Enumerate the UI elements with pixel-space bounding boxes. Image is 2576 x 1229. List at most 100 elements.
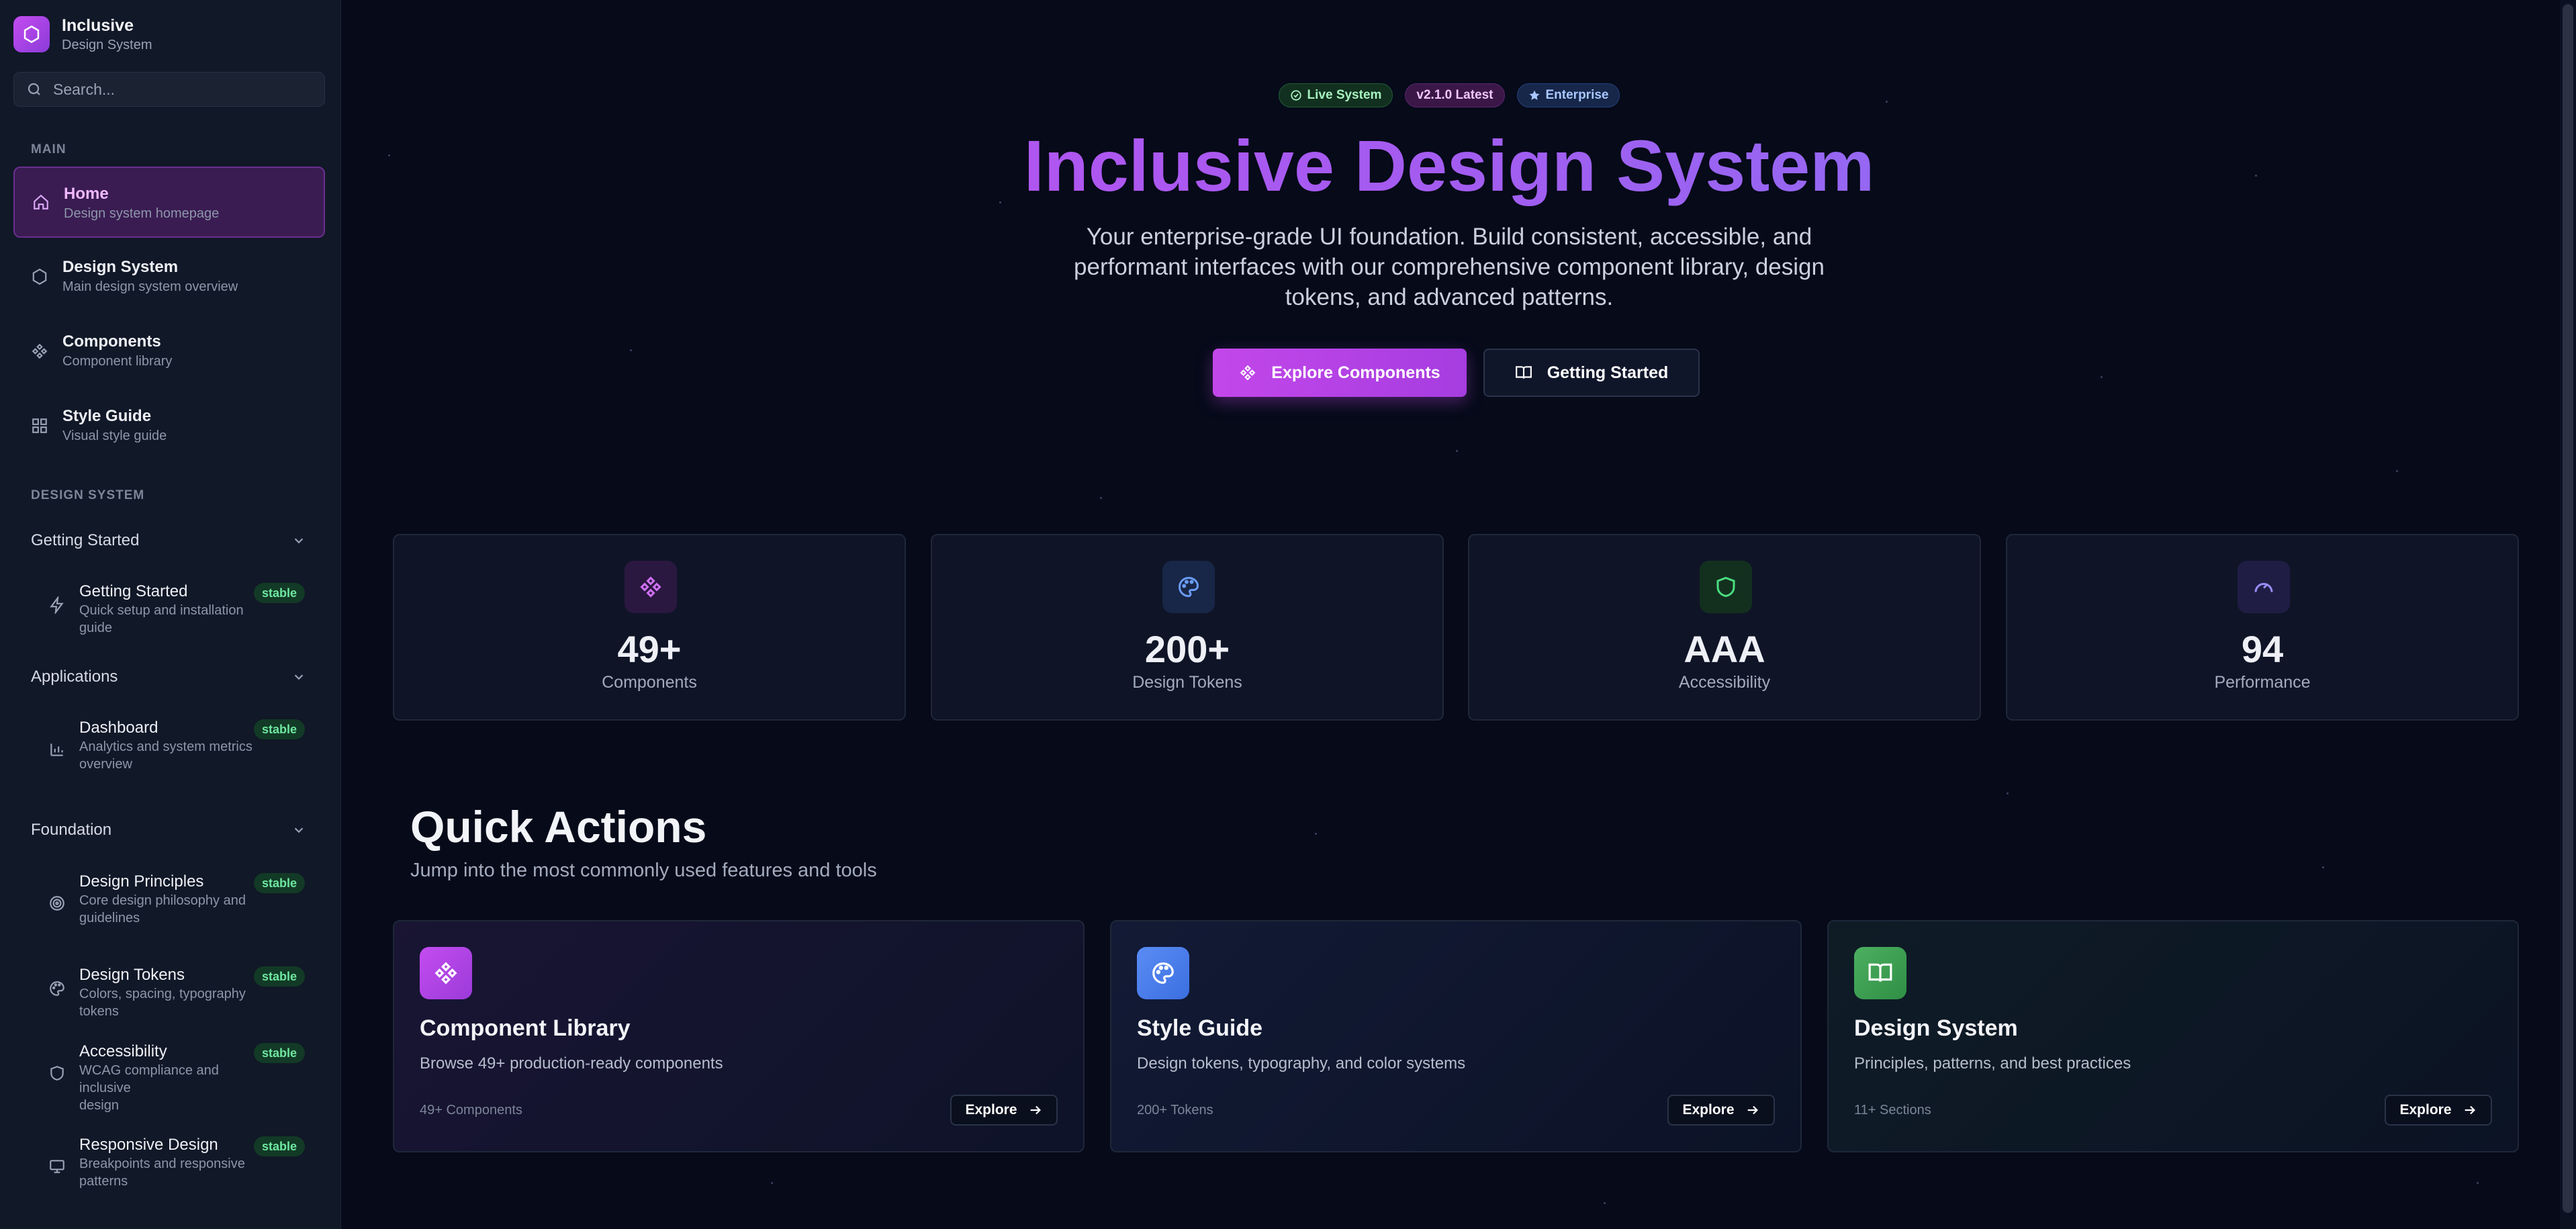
card-meta: 11+ Sections xyxy=(1854,1103,1931,1118)
brand-logo-icon xyxy=(13,16,50,52)
components-icon xyxy=(640,576,661,598)
qa-icon-box xyxy=(420,947,472,999)
card-title: Style Guide xyxy=(1137,1015,1263,1041)
card-desc: Design tokens, typography, and color sys… xyxy=(1137,1054,1466,1073)
explore-button[interactable]: Explore xyxy=(1667,1095,1775,1126)
status-badge: stable xyxy=(253,966,305,987)
stat-card-components: 49+ Components xyxy=(393,534,906,721)
monitor-icon xyxy=(50,1160,64,1173)
status-badge: stable xyxy=(253,873,305,893)
sidebar-item-getting-started[interactable]: Getting Started Quick setup and installa… xyxy=(13,582,325,635)
sidebar-item-desc-cont: patterns xyxy=(79,1174,128,1189)
bolt-icon xyxy=(50,596,64,614)
sidebar-item-desc: Main design system overview xyxy=(62,279,238,294)
qa-icon-box xyxy=(1854,947,1906,999)
sidebar-item-design-principles[interactable]: Design Principles Core design philosophy… xyxy=(13,872,325,936)
sidebar-item-title: Accessibility xyxy=(79,1042,167,1060)
quick-action-card-style-guide[interactable]: Style Guide Design tokens, typography, a… xyxy=(1110,920,1802,1152)
explore-button[interactable]: Explore xyxy=(950,1095,1058,1126)
sidebar-item-desc: Colors, spacing, typography tokens xyxy=(79,987,246,1019)
button-label: Explore xyxy=(965,1102,1017,1118)
sidebar-item-accessibility[interactable]: Accessibility WCAG compliance and inclus… xyxy=(13,1042,325,1113)
components-icon xyxy=(434,962,457,985)
group-applications[interactable]: Applications xyxy=(31,668,306,686)
section-label-main: MAIN xyxy=(31,142,66,156)
group-getting-started[interactable]: Getting Started xyxy=(31,531,306,550)
group-foundation[interactable]: Foundation xyxy=(31,821,306,839)
sidebar-item-title: Design Tokens xyxy=(79,966,185,984)
stat-icon-box xyxy=(2238,561,2290,613)
target-icon xyxy=(50,896,64,911)
quick-action-card-component-library[interactable]: Component Library Browse 49+ production-… xyxy=(393,920,1085,1152)
button-label: Getting Started xyxy=(1547,363,1669,382)
sidebar-item-components[interactable]: Components Component library xyxy=(13,316,325,387)
badge-label: Enterprise xyxy=(1545,88,1609,102)
sidebar-item-title: Design System xyxy=(62,258,179,276)
bar-chart-icon xyxy=(50,743,63,756)
sidebar-item-title: Style Guide xyxy=(62,407,152,425)
sidebar-item-title: Design Principles xyxy=(79,872,204,891)
star-icon xyxy=(1529,90,1539,100)
stat-value: 94 xyxy=(2241,628,2284,670)
scrollbar-thumb[interactable] xyxy=(2563,4,2573,1213)
card-title: Design System xyxy=(1854,1015,2018,1041)
chevron-down-icon xyxy=(294,538,304,544)
scrollbar[interactable] xyxy=(2560,0,2576,1229)
quick-action-card-design-system[interactable]: Design System Principles, patterns, and … xyxy=(1827,920,2519,1152)
search-placeholder: Search... xyxy=(53,80,116,98)
stat-value: AAA xyxy=(1684,628,1765,670)
stat-label: Performance xyxy=(2214,673,2311,692)
sidebar-item-design-system[interactable]: Design System Main design system overvie… xyxy=(13,241,325,312)
sidebar-item-responsive-design[interactable]: Responsive Design Breakpoints and respon… xyxy=(13,1135,325,1199)
card-meta: 200+ Tokens xyxy=(1137,1103,1213,1118)
chevron-down-icon xyxy=(294,827,304,833)
book-icon xyxy=(1868,963,1892,982)
card-title: Component Library xyxy=(420,1015,631,1041)
sidebar-item-desc-cont: design xyxy=(79,1098,119,1113)
sidebar-item-desc: Breakpoints and responsive xyxy=(79,1156,245,1171)
quick-actions-subtitle: Jump into the most commonly used feature… xyxy=(410,860,877,881)
sidebar-item-home[interactable]: Home Design system homepage xyxy=(13,167,325,238)
arrow-right-icon xyxy=(1747,1105,1758,1115)
sidebar-item-desc: Core design philosophy and xyxy=(79,893,246,908)
card-desc: Principles, patterns, and best practices xyxy=(1854,1054,2131,1073)
section-label-design-system: DESIGN SYSTEM xyxy=(31,488,145,502)
card-meta: 49+ Components xyxy=(420,1103,522,1118)
hero-badges: Live System v2.1.0 Latest Enterprise xyxy=(341,83,2557,107)
main-content: Live System v2.1.0 Latest Enterprise Inc… xyxy=(341,0,2576,1229)
brand[interactable]: Inclusive Design System xyxy=(13,15,152,54)
sidebar-item-title: Components xyxy=(62,332,161,351)
group-title: Applications xyxy=(31,668,118,686)
sidebar-item-desc-cont: overview xyxy=(79,757,132,772)
sidebar-item-title: Home xyxy=(64,185,109,203)
quick-actions-title: Quick Actions xyxy=(410,802,707,852)
button-label: Explore xyxy=(1682,1102,1735,1118)
search-icon xyxy=(28,83,40,95)
sidebar-item-desc: Visual style guide xyxy=(62,428,167,443)
sidebar-item-title: Dashboard xyxy=(79,719,158,737)
stat-label: Design Tokens xyxy=(1132,673,1242,692)
stat-value: 200+ xyxy=(1144,628,1230,670)
components-icon xyxy=(1240,365,1256,381)
stat-label: Components xyxy=(602,673,697,692)
sidebar-item-style-guide[interactable]: Style Guide Visual style guide xyxy=(13,390,325,461)
card-desc: Browse 49+ production-ready components xyxy=(420,1054,723,1073)
sidebar-item-design-tokens[interactable]: Design Tokens Colors, spacing, typograph… xyxy=(13,965,325,1019)
explore-button[interactable]: Explore xyxy=(2385,1095,2492,1126)
getting-started-button[interactable]: Getting Started xyxy=(1483,349,1700,397)
stat-icon-box xyxy=(1700,561,1752,613)
explore-components-button[interactable]: Explore Components xyxy=(1213,349,1467,397)
hexagon-icon xyxy=(32,268,47,285)
sidebar-item-dashboard[interactable]: Dashboard Analytics and system metrics o… xyxy=(13,718,325,782)
stat-value: 49+ xyxy=(617,628,682,670)
sidebar: Inclusive Design System Search... MAIN H… xyxy=(0,0,341,1229)
arrow-right-icon xyxy=(2465,1105,2475,1115)
status-badge: stable xyxy=(253,583,305,603)
search-input[interactable]: Search... xyxy=(13,72,325,107)
book-icon xyxy=(1515,366,1532,379)
sidebar-item-desc: Analytics and system metrics xyxy=(79,739,252,754)
enterprise-badge: Enterprise xyxy=(1516,83,1620,107)
status-badge: stable xyxy=(253,1136,305,1156)
sidebar-item-desc-cont: guidelines xyxy=(79,911,140,925)
stat-label: Accessibility xyxy=(1678,673,1771,692)
